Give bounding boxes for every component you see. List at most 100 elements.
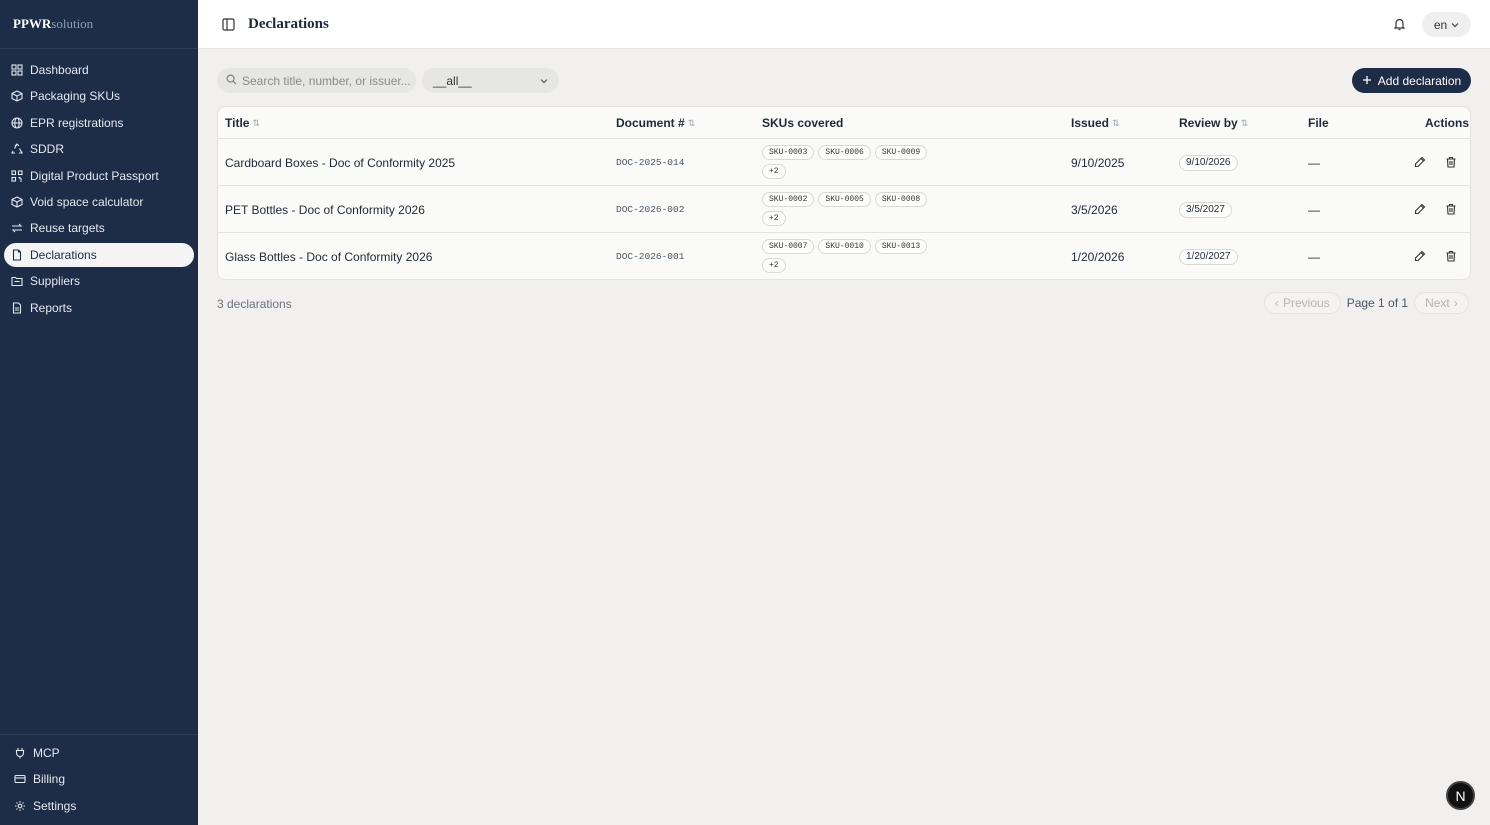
row-document-number: DOC-2025-014 xyxy=(616,157,685,168)
sidebar-item-declarations[interactable]: Declarations xyxy=(4,242,194,267)
sku-chip: SKU-0005 xyxy=(818,192,871,207)
sku-chip: SKU-0008 xyxy=(874,192,928,207)
sidebar-item-reports[interactable]: Reports xyxy=(4,296,194,320)
chevron-right-icon: › xyxy=(1453,296,1458,310)
row-skus: SKU-0002 SKU-0005 SKU-0008 +2 xyxy=(762,192,942,226)
sidebar-item-label: Declarations xyxy=(30,247,97,262)
trash-icon[interactable] xyxy=(1445,156,1457,168)
trash-icon[interactable] xyxy=(1445,203,1457,215)
brand-part1: PPWR xyxy=(13,16,52,31)
column-document[interactable]: Document # ⇅ xyxy=(616,107,695,139)
sidebar-item-sddr[interactable]: SDDR xyxy=(4,137,194,161)
previous-label: Previous xyxy=(1283,296,1330,310)
column-skus-label: SKUs covered xyxy=(762,116,844,130)
column-issued[interactable]: Issued ⇅ xyxy=(1071,107,1120,139)
brand-part2: solution xyxy=(51,16,94,31)
row-file: — xyxy=(1308,155,1320,170)
file-icon xyxy=(11,249,23,261)
search-input[interactable] xyxy=(242,73,412,88)
row-document-number: DOC-2026-001 xyxy=(616,251,685,262)
column-title-label: Title xyxy=(225,116,250,130)
sidebar-item-dashboard[interactable]: Dashboard xyxy=(4,58,194,82)
column-review-label: Review by xyxy=(1179,116,1238,130)
sidebar-item-reuse-targets[interactable]: Reuse targets xyxy=(4,216,194,240)
gear-icon xyxy=(14,800,26,812)
sidebar-item-label: Packaging SKUs xyxy=(30,89,121,104)
next-button[interactable]: Next › xyxy=(1414,292,1469,314)
add-declaration-label: Add declaration xyxy=(1377,73,1462,88)
credit-card-icon xyxy=(14,773,26,785)
sort-icon: ⇅ xyxy=(1112,117,1120,128)
package-icon xyxy=(11,90,23,103)
sidebar-item-digital-product-passport[interactable]: Digital Product Passport xyxy=(4,164,194,188)
table-row[interactable]: Cardboard Boxes - Doc of Conformity 2025… xyxy=(218,139,1470,186)
recycle-icon xyxy=(11,143,23,155)
sidebar-item-packaging-skus[interactable]: Packaging SKUs xyxy=(4,84,194,108)
sidebar-bottom: MCP Billing Settings xyxy=(0,734,198,820)
sku-chip: SKU-0006 xyxy=(818,145,871,160)
row-review-by: 3/5/2027 xyxy=(1179,186,1232,233)
sidebar-item-label: EPR registrations xyxy=(30,115,124,130)
brand-logo[interactable]: PPWR solution xyxy=(0,0,198,49)
column-file: File xyxy=(1308,107,1329,139)
sidebar-item-billing[interactable]: Billing xyxy=(4,767,194,791)
table-row[interactable]: PET Bottles - Doc of Conformity 2026 DOC… xyxy=(218,186,1470,233)
filter-value: __all__ xyxy=(433,73,472,88)
row-title: Glass Bottles - Doc of Conformity 2026 xyxy=(225,249,433,264)
sku-more-chip: +2 xyxy=(762,258,786,273)
search-icon xyxy=(226,74,237,88)
sidebar-item-mcp[interactable]: MCP xyxy=(4,741,194,765)
sidebar-item-label: SDDR xyxy=(30,142,65,157)
sidebar-toggle-icon[interactable] xyxy=(222,18,235,31)
column-actions-label: Actions xyxy=(1425,116,1470,130)
previous-button[interactable]: ‹ Previous xyxy=(1264,292,1341,314)
language-selector[interactable]: en xyxy=(1422,12,1471,37)
row-issued: 9/10/2025 xyxy=(1071,155,1125,170)
edit-icon[interactable] xyxy=(1414,203,1426,215)
sidebar-item-void-space-calculator[interactable]: Void space calculator xyxy=(4,190,194,214)
sidebar-item-label: Dashboard xyxy=(30,63,89,77)
page-title: Declarations xyxy=(248,16,329,32)
sidebar-item-settings[interactable]: Settings xyxy=(4,794,194,818)
column-actions: Actions xyxy=(1425,107,1469,139)
sidebar-item-label: Billing xyxy=(33,772,66,787)
column-issued-label: Issued xyxy=(1071,116,1110,130)
row-issued: 3/5/2026 xyxy=(1071,202,1118,217)
sidebar-item-label: Settings xyxy=(33,798,77,813)
edit-icon[interactable] xyxy=(1414,250,1426,262)
sku-chip: SKU-0009 xyxy=(874,145,928,160)
top-header: Declarations en xyxy=(198,0,1490,49)
sidebar-item-label: Reports xyxy=(30,300,73,315)
bell-icon[interactable] xyxy=(1393,17,1406,31)
sidebar-item-suppliers[interactable]: Suppliers xyxy=(4,269,194,293)
column-title[interactable]: Title ⇅ xyxy=(225,107,260,139)
table-row[interactable]: Glass Bottles - Doc of Conformity 2026 D… xyxy=(218,233,1470,279)
globe-icon xyxy=(11,117,23,129)
plus-icon xyxy=(1362,74,1372,88)
box-icon xyxy=(11,196,23,208)
sidebar-item-label: Digital Product Passport xyxy=(30,168,159,183)
add-declaration-button[interactable]: Add declaration xyxy=(1352,68,1471,93)
chevron-left-icon: ‹ xyxy=(1275,296,1279,310)
column-review-by[interactable]: Review by ⇅ xyxy=(1179,107,1248,139)
column-skus: SKUs covered xyxy=(762,107,843,139)
review-badge: 9/10/2026 xyxy=(1179,154,1238,171)
row-review-by: 1/20/2027 xyxy=(1179,233,1238,279)
chevron-down-icon xyxy=(1451,18,1459,32)
dashboard-icon xyxy=(11,64,23,76)
column-file-label: File xyxy=(1308,116,1329,130)
row-title: Cardboard Boxes - Doc of Conformity 2025 xyxy=(225,155,456,170)
assistant-avatar-button[interactable]: N xyxy=(1446,781,1475,810)
row-skus: SKU-0003 SKU-0006 SKU-0009 +2 xyxy=(762,145,942,179)
declarations-count: 3 declarations xyxy=(217,297,292,311)
filter-select[interactable]: __all__ xyxy=(422,68,559,93)
declarations-table: Title ⇅ Document # ⇅ SKUs covered Issued ⇅ … xyxy=(217,106,1471,280)
trash-icon[interactable] xyxy=(1445,250,1457,262)
sidebar-item-epr-registrations[interactable]: EPR registrations xyxy=(4,111,194,135)
chevron-down-icon xyxy=(540,74,548,88)
edit-icon[interactable] xyxy=(1414,156,1426,168)
sort-icon: ⇅ xyxy=(1240,117,1249,128)
sku-chip: SKU-0010 xyxy=(818,239,871,254)
column-document-label: Document # xyxy=(616,116,685,130)
row-file: — xyxy=(1308,249,1320,264)
